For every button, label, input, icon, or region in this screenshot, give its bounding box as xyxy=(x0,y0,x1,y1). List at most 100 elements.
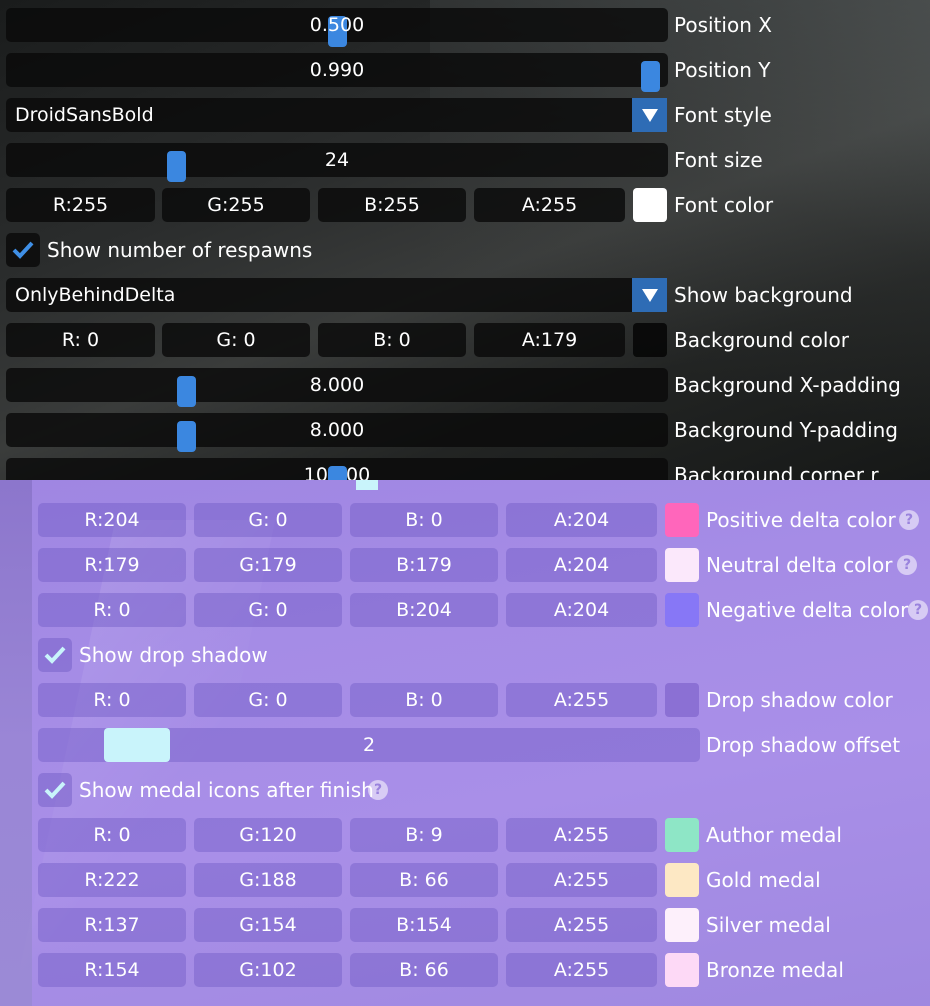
position-y-slider-handle[interactable] xyxy=(641,61,660,92)
drop-shadow-r-field[interactable]: R: 0 xyxy=(38,683,186,717)
slider-handle-fragment xyxy=(356,480,378,490)
neutral-delta-g-field[interactable]: G:179 xyxy=(194,548,342,582)
help-icon[interactable]: ? xyxy=(899,510,919,530)
gold-medal-r-field[interactable]: R:222 xyxy=(38,863,186,897)
negative-delta-swatch[interactable] xyxy=(665,593,699,627)
font-color-a-field[interactable]: A:255 xyxy=(474,188,625,222)
checkmark-icon xyxy=(12,241,34,259)
font-style-value: DroidSansBold xyxy=(15,104,154,126)
author-medal-r-field[interactable]: R: 0 xyxy=(38,818,186,852)
font-color-g-field[interactable]: G:255 xyxy=(162,188,310,222)
bronze-medal-r-field[interactable]: R:154 xyxy=(38,953,186,987)
negative-delta-row: R: 0 G: 0 B:204 A:204 Negative delta col… xyxy=(0,587,930,632)
bronze-medal-a-field[interactable]: A:255 xyxy=(506,953,657,987)
background-corner-slider-handle[interactable] xyxy=(328,466,347,480)
show-medal-icons-row: Show medal icons after finish ? xyxy=(0,767,930,812)
background-y-padding-slider[interactable]: 8.000 xyxy=(6,413,668,452)
background-x-padding-slider[interactable]: 8.000 xyxy=(6,368,668,407)
background-corner-row: 10.000 Background corner r xyxy=(0,452,930,480)
drop-shadow-b-field[interactable]: B: 0 xyxy=(350,683,498,717)
help-icon[interactable]: ? xyxy=(897,555,917,575)
drop-shadow-color-row: R: 0 G: 0 B: 0 A:255 Drop shadow color xyxy=(0,677,930,722)
background-color-b-field[interactable]: B: 0 xyxy=(318,323,466,357)
show-medal-icons-checkbox[interactable] xyxy=(38,773,72,807)
negative-delta-b-field[interactable]: B:204 xyxy=(350,593,498,627)
font-style-label: Font style xyxy=(674,103,772,127)
gold-medal-row: R:222 G:188 B: 66 A:255 Gold medal xyxy=(0,857,930,902)
font-style-dropdown[interactable]: DroidSansBold xyxy=(6,98,632,132)
background-color-a-field[interactable]: A:179 xyxy=(474,323,625,357)
neutral-delta-row: R:179 G:179 B:179 A:204 Neutral delta co… xyxy=(0,542,930,587)
positive-delta-r-field[interactable]: R:204 xyxy=(38,503,186,537)
font-size-slider-handle[interactable] xyxy=(167,151,186,182)
author-medal-g-field[interactable]: G:120 xyxy=(194,818,342,852)
negative-delta-g-field[interactable]: G: 0 xyxy=(194,593,342,627)
background-y-padding-value: 8.000 xyxy=(309,419,365,441)
drop-shadow-offset-slider[interactable]: 2 xyxy=(38,728,700,762)
silver-medal-row: R:137 G:154 B:154 A:255 Silver medal xyxy=(0,902,930,947)
author-medal-b-field[interactable]: B: 9 xyxy=(350,818,498,852)
background-corner-label: Background corner r xyxy=(674,463,879,480)
show-background-dropdown[interactable]: OnlyBehindDelta xyxy=(6,278,632,312)
positive-delta-b-field[interactable]: B: 0 xyxy=(350,503,498,537)
bronze-medal-g-field[interactable]: G:102 xyxy=(194,953,342,987)
drop-shadow-g-field[interactable]: G: 0 xyxy=(194,683,342,717)
author-medal-a-field[interactable]: A:255 xyxy=(506,818,657,852)
positive-delta-swatch[interactable] xyxy=(665,503,699,537)
font-color-b-field[interactable]: B:255 xyxy=(318,188,466,222)
background-x-padding-value: 8.000 xyxy=(309,374,365,396)
silver-medal-a-field[interactable]: A:255 xyxy=(506,908,657,942)
font-color-row: R:255 G:255 B:255 A:255 Font color xyxy=(0,182,930,227)
background-y-padding-slider-handle[interactable] xyxy=(177,421,196,452)
show-background-value: OnlyBehindDelta xyxy=(15,284,176,306)
position-x-value: 0.500 xyxy=(309,14,365,36)
help-icon[interactable]: ? xyxy=(368,780,388,800)
positive-delta-label: Positive delta color xyxy=(706,508,896,532)
background-x-padding-row: 8.000 Background X-padding xyxy=(0,362,930,407)
gold-medal-b-field[interactable]: B: 66 xyxy=(350,863,498,897)
position-x-row: 0.500 Position X xyxy=(0,2,930,47)
help-icon[interactable]: ? xyxy=(908,600,928,620)
background-x-padding-label: Background X-padding xyxy=(674,373,901,397)
show-drop-shadow-checkbox[interactable] xyxy=(38,638,72,672)
silver-medal-g-field[interactable]: G:154 xyxy=(194,908,342,942)
position-x-slider[interactable]: 0.500 xyxy=(6,8,668,47)
silver-medal-b-field[interactable]: B:154 xyxy=(350,908,498,942)
neutral-delta-r-field[interactable]: R:179 xyxy=(38,548,186,582)
negative-delta-a-field[interactable]: A:204 xyxy=(506,593,657,627)
gold-medal-label: Gold medal xyxy=(706,868,821,892)
author-medal-row: R: 0 G:120 B: 9 A:255 Author medal xyxy=(0,812,930,857)
show-background-row: OnlyBehindDelta Show background xyxy=(0,272,930,317)
neutral-delta-b-field[interactable]: B:179 xyxy=(350,548,498,582)
negative-delta-r-field[interactable]: R: 0 xyxy=(38,593,186,627)
background-corner-slider[interactable]: 10.000 xyxy=(6,458,668,480)
gold-medal-g-field[interactable]: G:188 xyxy=(194,863,342,897)
drop-shadow-swatch[interactable] xyxy=(665,683,699,717)
font-color-r-field[interactable]: R:255 xyxy=(6,188,155,222)
show-respawns-label: Show number of respawns xyxy=(47,238,313,262)
background-color-g-field[interactable]: G: 0 xyxy=(162,323,310,357)
background-x-padding-slider-handle[interactable] xyxy=(177,376,196,407)
show-respawns-checkbox[interactable] xyxy=(6,233,40,267)
font-style-dropdown-button[interactable] xyxy=(632,98,667,132)
gold-medal-swatch[interactable] xyxy=(665,863,699,897)
neutral-delta-a-field[interactable]: A:204 xyxy=(506,548,657,582)
author-medal-swatch[interactable] xyxy=(665,818,699,852)
silver-medal-r-field[interactable]: R:137 xyxy=(38,908,186,942)
drop-shadow-offset-slider-handle[interactable] xyxy=(104,728,170,762)
bronze-medal-b-field[interactable]: B: 66 xyxy=(350,953,498,987)
font-color-swatch[interactable] xyxy=(633,188,667,222)
font-size-slider[interactable]: 24 xyxy=(6,143,668,182)
background-color-swatch[interactable] xyxy=(633,323,667,357)
positive-delta-g-field[interactable]: G: 0 xyxy=(194,503,342,537)
drop-shadow-a-field[interactable]: A:255 xyxy=(506,683,657,717)
neutral-delta-swatch[interactable] xyxy=(665,548,699,582)
bronze-medal-label: Bronze medal xyxy=(706,958,844,982)
silver-medal-swatch[interactable] xyxy=(665,908,699,942)
show-background-dropdown-button[interactable] xyxy=(632,278,667,312)
bronze-medal-swatch[interactable] xyxy=(665,953,699,987)
position-y-slider[interactable]: 0.990 xyxy=(6,53,668,92)
background-color-r-field[interactable]: R: 0 xyxy=(6,323,155,357)
positive-delta-a-field[interactable]: A:204 xyxy=(506,503,657,537)
gold-medal-a-field[interactable]: A:255 xyxy=(506,863,657,897)
